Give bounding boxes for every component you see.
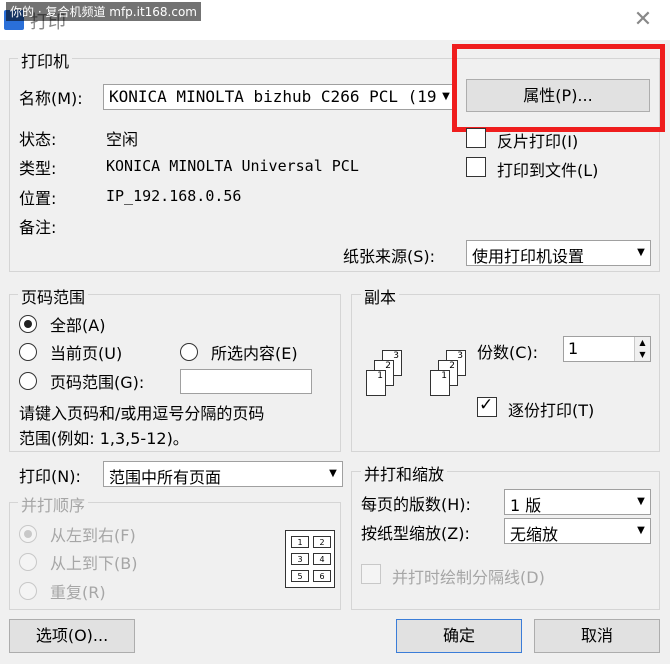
watermark: 你的 · 复合机频道 mfp.it168.com — [6, 2, 201, 21]
left-to-right-radio[interactable] — [19, 525, 37, 543]
options-button[interactable]: 选项(O)... — [9, 619, 135, 653]
preview-cell: 5 — [291, 570, 309, 582]
draw-borders-checkbox[interactable] — [361, 564, 381, 584]
repeat-label: 重复(R) — [50, 583, 106, 602]
paper-source-value: 使用打印机设置 — [472, 247, 585, 266]
scale-to-paper-value: 无缩放 — [510, 525, 559, 544]
current-page-label: 当前页(U) — [50, 344, 123, 363]
selection-radio[interactable] — [180, 343, 198, 361]
copies-stepper[interactable]: 1 ▲ ▼ — [563, 336, 651, 362]
print-to-file-label: 打印到文件(L) — [497, 161, 599, 180]
collate-checkbox[interactable]: ✓ — [477, 395, 497, 417]
paper-source-select[interactable]: 使用打印机设置 ▼ — [466, 240, 651, 266]
chevron-down-icon: ▼ — [632, 519, 650, 543]
collate-icon: 3 2 1 — [360, 346, 408, 406]
preview-cell: 2 — [313, 536, 331, 548]
type-value: KONICA MINOLTA Universal PCL — [106, 157, 359, 175]
pages-label: 页码范围(G): — [50, 373, 145, 392]
copies-legend: 副本 — [361, 284, 400, 308]
pages-per-sheet-value: 1 版 — [510, 496, 542, 515]
type-label: 类型: — [19, 159, 57, 178]
collate-page: 1 — [430, 370, 450, 396]
cancel-button[interactable]: 取消 — [534, 619, 660, 653]
pages-per-sheet-label: 每页的版数(H): — [361, 495, 471, 514]
comment-label: 备注: — [19, 218, 57, 237]
top-to-bottom-radio[interactable] — [19, 553, 37, 571]
status-label: 状态: — [19, 130, 57, 149]
copies-label: 份数(C): — [477, 343, 539, 362]
printer-name-value: KONICA MINOLTA bizhub C266 PCL (19 — [109, 87, 437, 106]
scale-to-paper-label: 按纸型缩放(Z): — [361, 524, 470, 543]
draw-borders-label: 并打时绘制分隔线(D) — [392, 568, 545, 587]
pages-input[interactable] — [180, 369, 312, 394]
chevron-down-icon: ▼ — [632, 490, 650, 514]
pages-radio[interactable] — [19, 372, 37, 390]
print-what-select[interactable]: 范围中所有页面 ▼ — [103, 461, 343, 487]
printer-name-label: 名称(M): — [19, 89, 83, 108]
page-range-all-label: 全部(A) — [50, 316, 106, 335]
stepper-down-icon[interactable]: ▼ — [634, 349, 650, 361]
page-range-hint-2: 范围(例如: 1,3,5-12)。 — [19, 429, 189, 448]
page-order-legend: 并打顺序 — [18, 492, 89, 516]
current-page-radio[interactable] — [19, 343, 37, 361]
location-value: IP_192.168.0.56 — [106, 187, 242, 205]
paper-source-label: 纸张来源(S): — [343, 247, 436, 266]
collate-page: 1 — [366, 370, 386, 396]
checkmark-icon: ✓ — [479, 395, 494, 415]
ok-button[interactable]: 确定 — [396, 619, 522, 653]
red-highlight-box — [452, 44, 665, 132]
page-range-hint-1: 请键入页码和/或用逗号分隔的页码 — [19, 404, 265, 423]
chevron-down-icon: ▼ — [324, 462, 342, 486]
stepper-up-icon[interactable]: ▲ — [634, 337, 650, 349]
preview-cell: 3 — [291, 553, 309, 565]
repeat-radio[interactable] — [19, 582, 37, 600]
printer-name-select[interactable]: KONICA MINOLTA bizhub C266 PCL (19 ▼ — [103, 84, 456, 110]
collate-icon: 3 2 1 — [424, 346, 472, 406]
preview-cell: 6 — [313, 570, 331, 582]
page-range-all-radio[interactable] — [19, 315, 37, 333]
pages-per-sheet-select[interactable]: 1 版 ▼ — [504, 489, 651, 515]
print-what-label: 打印(N): — [19, 467, 81, 486]
copies-value: 1 — [568, 339, 579, 358]
scale-to-paper-select[interactable]: 无缩放 ▼ — [504, 518, 651, 544]
collate-label: 逐份打印(T) — [508, 401, 595, 420]
print-to-file-checkbox[interactable] — [466, 157, 486, 177]
chevron-down-icon: ▼ — [632, 241, 650, 265]
reverse-print-label: 反片打印(I) — [497, 132, 579, 151]
location-label: 位置: — [19, 189, 57, 208]
page-range-legend: 页码范围 — [18, 284, 89, 308]
preview-cell: 4 — [313, 553, 331, 565]
left-to-right-label: 从左到右(F) — [50, 526, 136, 545]
zoom-legend: 并打和缩放 — [361, 461, 448, 485]
reverse-print-checkbox[interactable] — [466, 128, 486, 148]
close-icon[interactable]: ✕ — [628, 6, 658, 34]
preview-cell: 1 — [291, 536, 309, 548]
selection-label: 所选内容(E) — [211, 344, 298, 363]
print-what-value: 范围中所有页面 — [109, 468, 222, 487]
status-value: 空闲 — [106, 130, 139, 149]
page-order-preview: 1 2 3 4 5 6 — [285, 530, 335, 588]
printer-group-legend: 打印机 — [18, 48, 73, 72]
top-to-bottom-label: 从上到下(B) — [50, 554, 138, 573]
title-bar: 打印 你的 · 复合机频道 mfp.it168.com ✕ — [0, 0, 670, 40]
